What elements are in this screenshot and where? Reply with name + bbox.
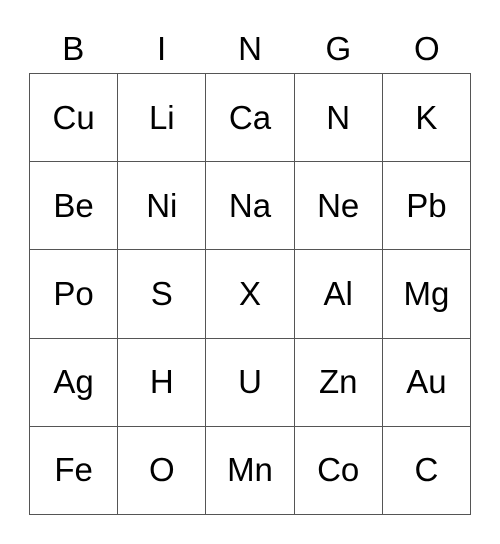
header-letter-o: O — [413, 30, 440, 67]
bingo-cell[interactable]: Cu — [30, 74, 119, 163]
bingo-cell[interactable]: Mn — [206, 426, 295, 515]
header-letter-g: G — [325, 30, 352, 67]
bingo-grid: Cu Li Ca N K Be Ni Na Ne Pb Po S X Al Mg… — [29, 73, 471, 515]
bingo-cell[interactable]: C — [382, 426, 471, 515]
bingo-cell[interactable]: Fe — [30, 426, 119, 515]
bingo-cell[interactable]: Au — [382, 338, 471, 427]
bingo-cell[interactable]: H — [118, 338, 207, 427]
header-letter-n: N — [238, 30, 262, 67]
bingo-header: B I N G O — [29, 26, 471, 72]
bingo-cell[interactable]: Zn — [294, 338, 383, 427]
bingo-cell[interactable]: Ne — [294, 162, 383, 251]
bingo-cell[interactable]: Pb — [382, 162, 471, 251]
bingo-cell[interactable]: Li — [118, 74, 207, 163]
bingo-cell[interactable]: Al — [294, 250, 383, 339]
bingo-cell[interactable]: Po — [30, 250, 119, 339]
bingo-cell[interactable]: U — [206, 338, 295, 427]
bingo-cell[interactable]: Ni — [118, 162, 207, 251]
bingo-cell[interactable]: K — [382, 74, 471, 163]
bingo-cell[interactable]: Mg — [382, 250, 471, 339]
bingo-cell[interactable]: Na — [206, 162, 295, 251]
bingo-cell[interactable]: Ca — [206, 74, 295, 163]
bingo-cell[interactable]: Ag — [30, 338, 119, 427]
header-letter-b: B — [62, 30, 85, 67]
header-letter-i: I — [157, 30, 167, 67]
bingo-cell-center[interactable]: X — [206, 250, 295, 339]
bingo-cell[interactable]: Be — [30, 162, 119, 251]
bingo-cell[interactable]: S — [118, 250, 207, 339]
bingo-cell[interactable]: N — [294, 74, 383, 163]
bingo-cell[interactable]: O — [118, 426, 207, 515]
bingo-cell[interactable]: Co — [294, 426, 383, 515]
